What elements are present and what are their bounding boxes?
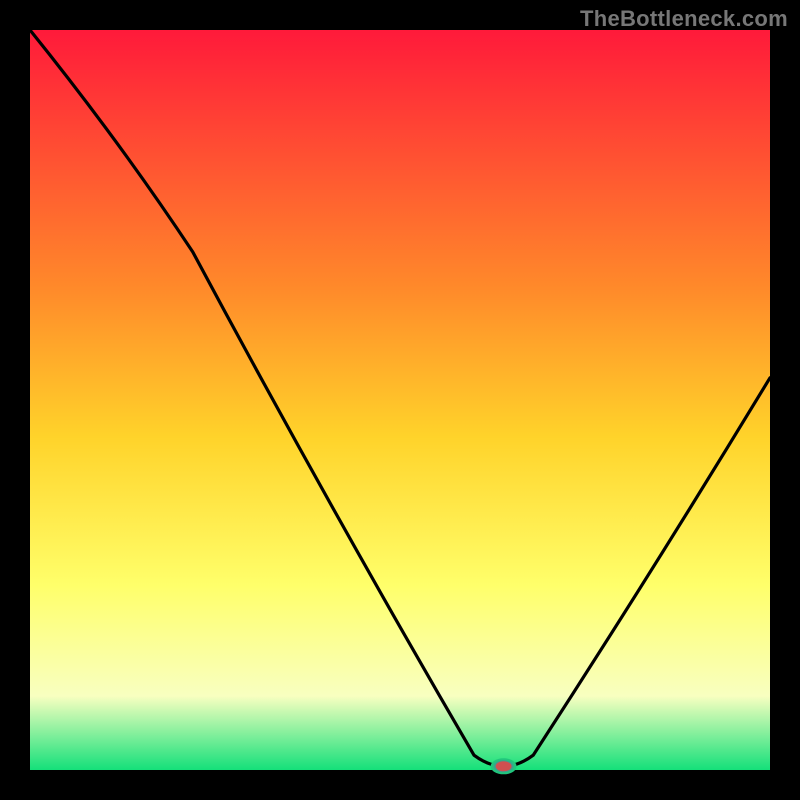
chart-frame: { "watermark": "TheBottleneck.com", "col… <box>0 0 800 800</box>
plot-area <box>30 30 770 770</box>
bottleneck-chart <box>0 0 800 800</box>
watermark-text: TheBottleneck.com <box>580 6 788 32</box>
optimal-point-marker <box>491 758 517 774</box>
